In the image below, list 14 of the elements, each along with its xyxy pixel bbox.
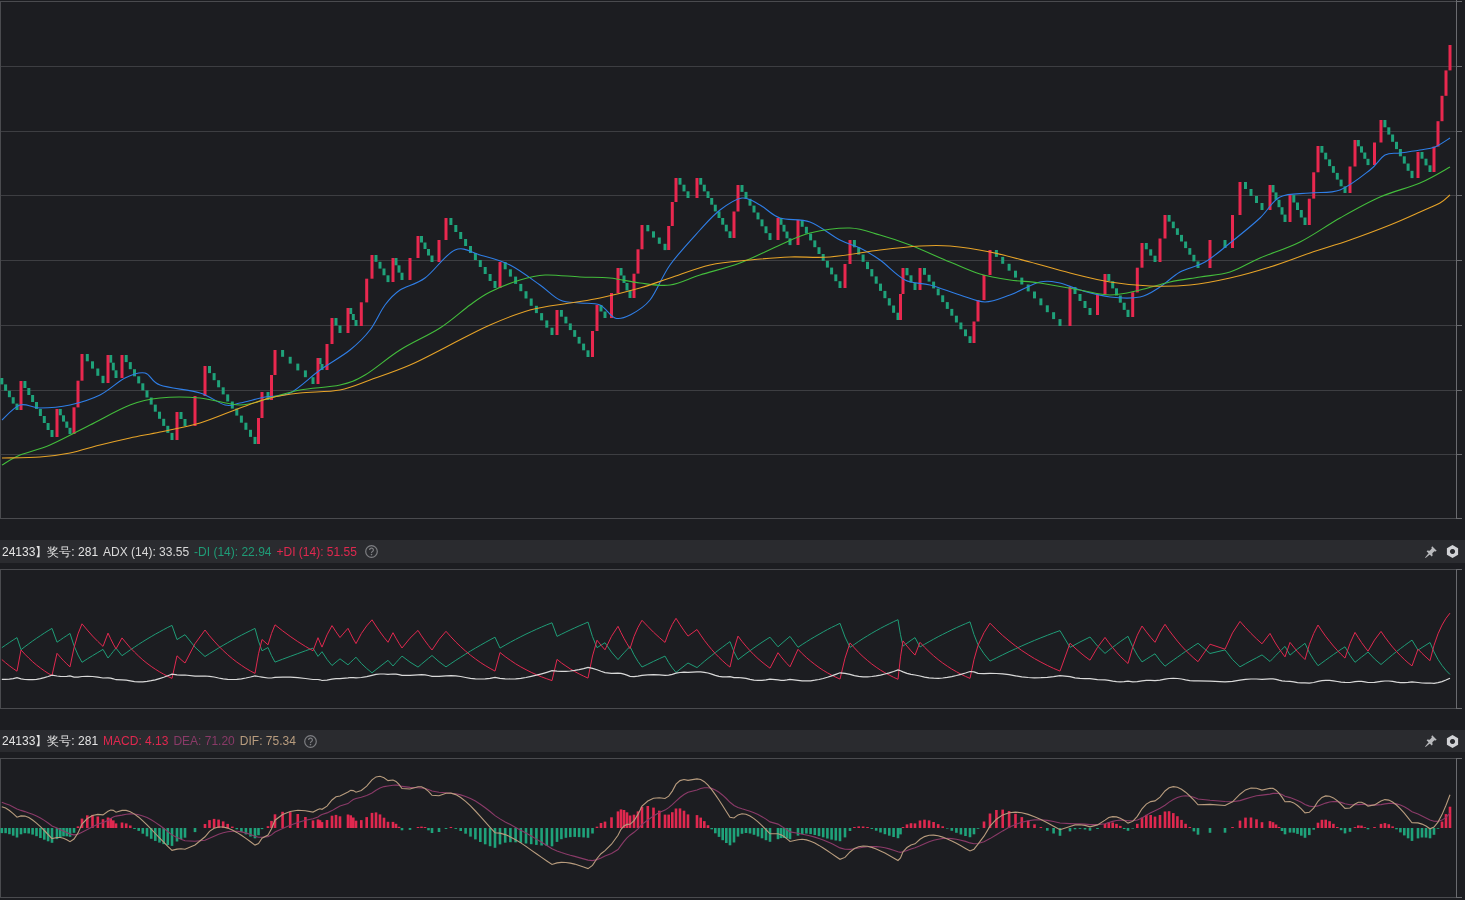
indicator-value: DIF: 75.34 <box>239 735 296 747</box>
settings-icon[interactable] <box>1446 734 1459 748</box>
indicator-value: MACD: 4.13 <box>103 735 169 747</box>
indicator-value: ADX (14): 33.55 <box>103 545 190 558</box>
help-icon[interactable] <box>303 734 317 748</box>
help-icon[interactable] <box>364 545 378 558</box>
pin-icon[interactable] <box>1425 735 1437 747</box>
settings-icon[interactable] <box>1446 545 1459 558</box>
indicator-value: +DI (14): 51.55 <box>276 545 357 558</box>
indicator-title: 24133】奖号: 281 <box>2 735 99 747</box>
indicator-value: DEA: 71.20 <box>173 735 235 747</box>
pin-icon[interactable] <box>1425 545 1437 558</box>
indicator-title: 24133】奖号: 281 <box>2 545 99 558</box>
indicator-value: -DI (14): 22.94 <box>194 545 272 558</box>
